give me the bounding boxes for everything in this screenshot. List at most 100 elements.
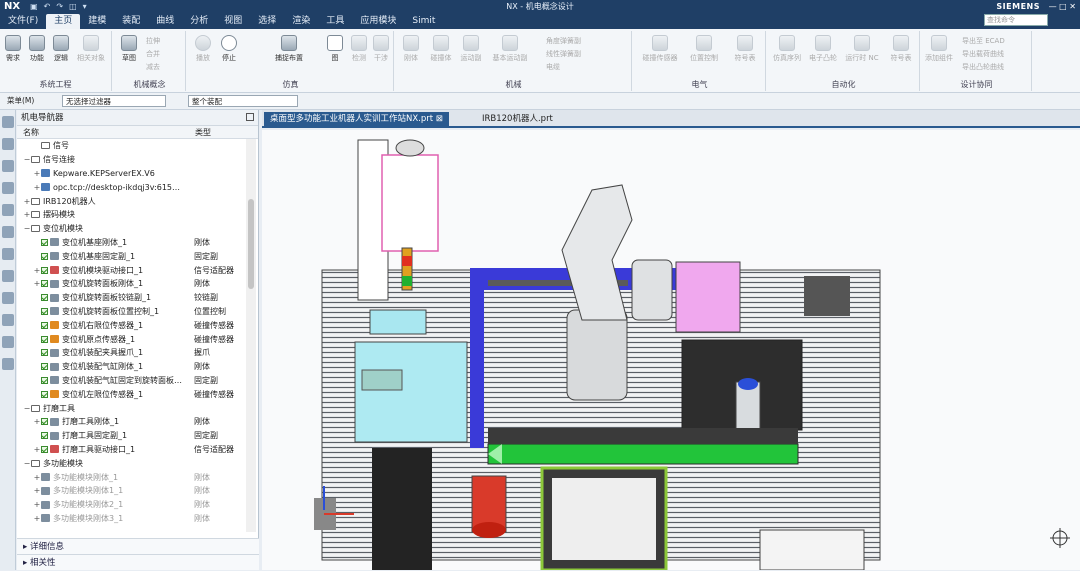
menu-dropdown[interactable]: 菜单(M): [4, 95, 54, 107]
menu-assembly[interactable]: 装配: [114, 14, 148, 29]
cable-button[interactable]: 电缆: [546, 62, 560, 72]
tree-row[interactable]: 变位机装配气缸固定到旋转面板… 固定副: [17, 374, 245, 388]
command-search-input[interactable]: 查找命令: [984, 14, 1048, 26]
automation-symbol-table-button[interactable]: 符号表: [886, 35, 916, 63]
expand-toggle-icon[interactable]: −: [23, 155, 31, 164]
scope-select[interactable]: 整个装配: [188, 95, 298, 107]
tree-row[interactable]: + 摆码模块: [17, 208, 245, 222]
extrude-button[interactable]: 拉伸: [146, 36, 160, 46]
expand-toggle-icon[interactable]: +: [33, 514, 41, 523]
menu-applications[interactable]: 应用模块: [352, 14, 404, 29]
visibility-checkbox[interactable]: [41, 335, 48, 343]
expand-toggle-icon[interactable]: −: [23, 404, 31, 413]
add-component-button[interactable]: 添加组件: [924, 35, 954, 63]
web-icon[interactable]: [2, 292, 14, 304]
tree-row[interactable]: − 信号连接: [17, 153, 245, 167]
expand-toggle-icon[interactable]: +: [33, 473, 41, 482]
part-navigator-icon[interactable]: [2, 160, 14, 172]
expand-toggle-icon[interactable]: +: [33, 266, 41, 275]
collision-sensor-button[interactable]: 碰撞传感器: [642, 35, 678, 63]
joint-button[interactable]: 运动副: [460, 35, 482, 63]
settings-icon[interactable]: [2, 116, 14, 128]
visibility-checkbox[interactable]: [41, 445, 48, 453]
menu-simit[interactable]: Simit: [404, 14, 443, 29]
tree-row[interactable]: − 打磨工具: [17, 401, 245, 415]
reuse-library-icon[interactable]: [2, 226, 14, 238]
tree-row[interactable]: + 多功能模块刚体3_1 刚体: [17, 512, 245, 526]
rigid-body-button[interactable]: 刚体: [400, 35, 422, 63]
menu-modeling[interactable]: 建模: [80, 14, 114, 29]
collision-body-button[interactable]: 碰撞体: [430, 35, 452, 63]
export-cam-curve-button[interactable]: 导出凸轮曲线: [962, 62, 1004, 72]
tree-row[interactable]: + 多功能模块刚体1_1 刚体: [17, 484, 245, 498]
constraint-icon[interactable]: [2, 204, 14, 216]
scroll-thumb[interactable]: [248, 199, 254, 289]
angular-spring-button[interactable]: 角度弹簧副: [546, 36, 581, 46]
system-icon[interactable]: [2, 358, 14, 370]
navigator-icon[interactable]: [2, 138, 14, 150]
symbol-table-button[interactable]: 符号表: [730, 35, 760, 63]
graph-button[interactable]: 图: [324, 35, 346, 63]
menu-select[interactable]: 选择: [250, 14, 284, 29]
column-type[interactable]: 类型: [189, 126, 211, 138]
visibility-checkbox[interactable]: [41, 266, 48, 274]
menu-home[interactable]: 主页: [46, 14, 81, 29]
basic-joint-button[interactable]: 基本运动副: [490, 35, 530, 63]
tree-row[interactable]: + 多功能模块刚体2_1 刚体: [17, 498, 245, 512]
tree-row[interactable]: 变位机基座刚体_1 刚体: [17, 236, 245, 250]
tree-row[interactable]: + 变位机模块驱动接口_1 信号适配器: [17, 263, 245, 277]
snap-placement-button[interactable]: 捕捉布置: [272, 35, 306, 63]
electronic-cam-button[interactable]: 电子凸轮: [806, 35, 840, 63]
visibility-checkbox[interactable]: [41, 307, 48, 315]
tab-workstation-part[interactable]: 桌面型多功能工业机器人实训工作站NX.prt ⊠: [264, 112, 449, 127]
assembly-navigator-icon[interactable]: [2, 182, 14, 194]
expand-toggle-icon[interactable]: −: [23, 224, 31, 233]
visibility-checkbox[interactable]: [41, 363, 48, 371]
expand-toggle-icon[interactable]: +: [33, 183, 41, 192]
visibility-checkbox[interactable]: [41, 349, 48, 357]
visibility-checkbox[interactable]: [41, 294, 48, 302]
requirements-button[interactable]: 需求: [2, 35, 24, 63]
column-name[interactable]: 名称: [17, 126, 189, 138]
tree-row[interactable]: 变位机装配气缸刚体_1 刚体: [17, 360, 245, 374]
roles-icon[interactable]: [2, 336, 14, 348]
expand-toggle-icon[interactable]: +: [33, 486, 41, 495]
export-ecad-button[interactable]: 导出至 ECAD: [962, 36, 1005, 46]
tree-row[interactable]: + 变位机旋转面板刚体_1 刚体: [17, 277, 245, 291]
maximize-icon[interactable]: [246, 113, 254, 121]
expand-toggle-icon[interactable]: +: [23, 197, 31, 206]
process-icon[interactable]: [2, 270, 14, 282]
linear-spring-button[interactable]: 线性弹簧副: [546, 49, 581, 59]
unite-button[interactable]: 合并: [146, 49, 160, 59]
expand-toggle-icon[interactable]: −: [23, 459, 31, 468]
tree-row[interactable]: 信号: [17, 139, 245, 153]
tree-row[interactable]: 变位机装配夹具握爪_1 握爪: [17, 346, 245, 360]
tree-row[interactable]: 变位机右限位传感器_1 碰撞传感器: [17, 318, 245, 332]
visibility-checkbox[interactable]: [41, 280, 48, 288]
type-filter-select[interactable]: 无选择过滤器: [62, 95, 166, 107]
sim-sequence-button[interactable]: 仿真序列: [770, 35, 804, 63]
visibility-checkbox[interactable]: [41, 321, 48, 329]
tree-row[interactable]: 变位机旋转面板位置控制_1 位置控制: [17, 305, 245, 319]
visibility-checkbox[interactable]: [41, 376, 48, 384]
expand-toggle-icon[interactable]: +: [33, 169, 41, 178]
workstation-3d-model[interactable]: [262, 130, 1080, 570]
tab-irb120-part[interactable]: IRB120机器人.prt: [476, 112, 559, 127]
history-icon[interactable]: [2, 248, 14, 260]
related-objects-button[interactable]: 相关对象: [76, 35, 106, 63]
tree-row[interactable]: 变位机基座固定副_1 固定副: [17, 249, 245, 263]
tree-row[interactable]: 变位机旋转面板铰链副_1 铰链副: [17, 291, 245, 305]
dependency-panel-toggle[interactable]: ▸ 相关性: [17, 554, 259, 570]
menu-render[interactable]: 渲染: [284, 14, 318, 29]
expand-toggle-icon[interactable]: +: [23, 210, 31, 219]
stop-button[interactable]: 停止: [218, 35, 240, 63]
expand-toggle-icon[interactable]: +: [33, 279, 41, 288]
tree-row[interactable]: − 变位机模块: [17, 222, 245, 236]
visibility-checkbox[interactable]: [41, 252, 48, 260]
tree-row[interactable]: + 打磨工具刚体_1 刚体: [17, 415, 245, 429]
tree-row[interactable]: + IRB120机器人: [17, 194, 245, 208]
graphics-window[interactable]: [262, 130, 1080, 570]
visibility-checkbox[interactable]: [41, 390, 48, 398]
tree-row[interactable]: + opc.tcp://desktop-ikdqj3v:615…: [17, 180, 245, 194]
tree-row[interactable]: + Kepware.KEPServerEX.V6: [17, 167, 245, 181]
